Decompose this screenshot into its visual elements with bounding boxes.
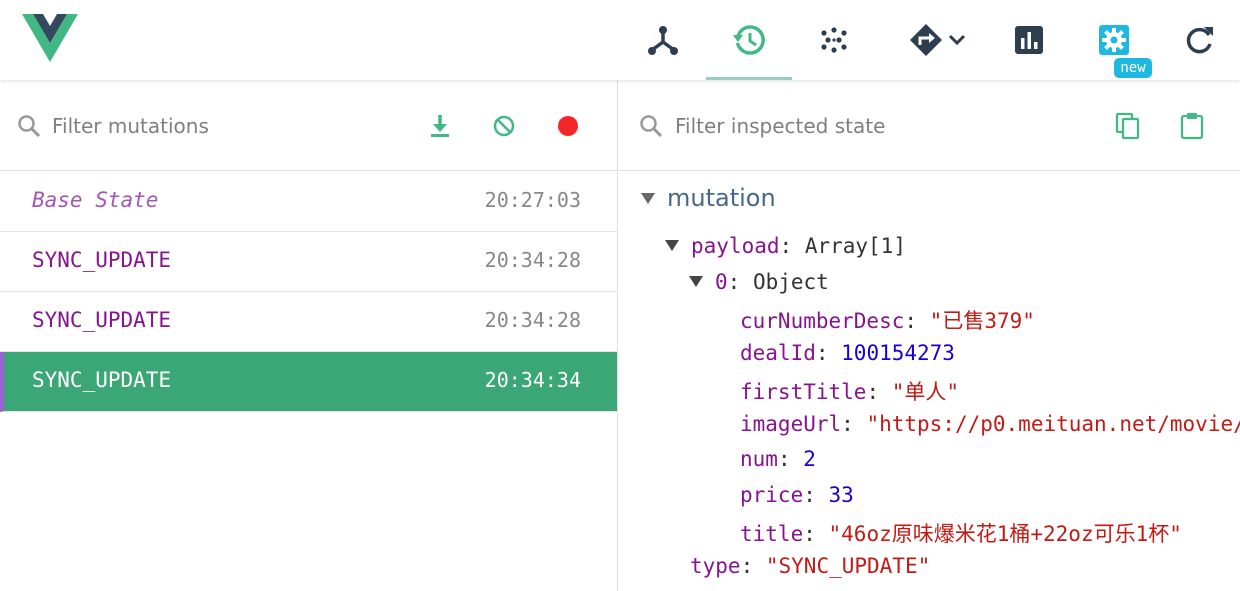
state-property: firstTitle: "单人" — [740, 380, 960, 404]
events-tab[interactable] — [791, 0, 877, 80]
history-icon — [733, 25, 765, 55]
mutation-time: 20:34:28 — [484, 308, 581, 332]
search-icon — [640, 115, 663, 138]
record-icon[interactable] — [553, 111, 583, 141]
state-property: price: 33 — [740, 483, 854, 507]
chevron-down-icon — [948, 34, 966, 46]
routing-tab[interactable] — [893, 0, 983, 80]
filter-state-input[interactable] — [675, 108, 1075, 144]
filter-mutations-input[interactable] — [52, 108, 392, 144]
payload-type: Array[1] — [804, 234, 906, 258]
mutation-section-toggle[interactable]: mutation — [641, 184, 776, 212]
list-item[interactable]: SYNC_UPDATE 20:34:28 — [0, 292, 617, 352]
mutation-time: 20:34:34 — [484, 368, 581, 392]
mutation-time: 20:34:28 — [484, 248, 581, 272]
payload-key: payload — [691, 234, 780, 258]
property-value: "已售379" — [929, 309, 1035, 333]
item-index: 0 — [715, 270, 728, 294]
property-key: title — [740, 522, 804, 546]
paste-icon[interactable] — [1177, 111, 1207, 141]
mutation-name: Base State — [32, 188, 159, 212]
expand-arrow-icon — [641, 192, 655, 204]
property-key: curNumberDesc — [740, 309, 905, 333]
property-key: dealId — [740, 341, 816, 365]
clear-history-icon[interactable] — [489, 111, 519, 141]
property-value: 2 — [803, 447, 816, 471]
routing-sign-icon — [910, 24, 942, 56]
property-key: num — [740, 447, 778, 471]
events-dots-icon — [821, 27, 847, 53]
property-key: type — [690, 554, 741, 578]
components-tab[interactable] — [620, 0, 706, 80]
refresh-icon — [1186, 27, 1213, 54]
state-property: type: "SYNC_UPDATE" — [690, 554, 931, 578]
mutation-list: Base State 20:27:03 SYNC_UPDATE 20:34:28… — [0, 172, 617, 412]
state-property: title: "46oz原味爆米花1桶+22oz可乐1杯" — [740, 522, 1182, 546]
mutation-name: SYNC_UPDATE — [32, 308, 172, 332]
mutations-toolbar — [0, 80, 617, 171]
list-item-selected[interactable]: SYNC_UPDATE 20:34:34 — [0, 352, 617, 412]
mutation-name: SYNC_UPDATE — [32, 248, 172, 272]
state-property: num: 2 — [740, 447, 816, 471]
expand-arrow-icon — [665, 239, 679, 251]
property-value: 100154273 — [841, 341, 955, 365]
inspector-toolbar — [619, 80, 1240, 171]
list-item[interactable]: Base State 20:27:03 — [0, 172, 617, 232]
search-icon — [18, 115, 41, 138]
state-property: curNumberDesc: "已售379" — [740, 309, 1035, 333]
property-value: "SYNC_UPDATE" — [765, 554, 931, 578]
list-item[interactable]: SYNC_UPDATE 20:34:28 — [0, 232, 617, 292]
property-key: price — [740, 483, 804, 507]
vue-logo — [22, 14, 78, 62]
payload-node[interactable]: payload: Array[1] — [665, 234, 906, 258]
bar-chart-icon — [1015, 26, 1043, 54]
property-value: "单人" — [891, 380, 960, 404]
download-icon[interactable] — [425, 111, 455, 141]
property-key: imageUrl — [740, 412, 842, 436]
refresh-button[interactable] — [1156, 0, 1240, 80]
property-key: firstTitle — [740, 380, 867, 404]
mutation-name: SYNC_UPDATE — [32, 368, 172, 392]
vuex-tab[interactable] — [706, 0, 792, 80]
gear-icon — [1099, 25, 1129, 55]
item-type: Object — [752, 270, 829, 294]
mutation-time: 20:27:03 — [484, 188, 581, 212]
component-tree-icon — [648, 26, 678, 55]
state-property: dealId: 100154273 — [740, 341, 955, 365]
mutations-panel: Base State 20:27:03 SYNC_UPDATE 20:34:28… — [0, 80, 618, 591]
expand-arrow-icon — [689, 275, 703, 287]
devtools-header: new — [0, 0, 1240, 80]
new-badge: new — [1114, 58, 1152, 78]
property-value: "46oz原味爆米花1桶+22oz可乐1杯" — [828, 522, 1182, 546]
copy-icon[interactable] — [1113, 111, 1143, 141]
array-item-node[interactable]: 0: Object — [689, 270, 829, 294]
state-property: imageUrl: "https://p0.meituan.net/movie/ — [740, 412, 1240, 436]
performance-tab[interactable] — [986, 0, 1072, 80]
section-title: mutation — [667, 184, 776, 212]
property-value: 33 — [828, 483, 854, 507]
state-inspector-panel: mutation payload: Array[1] 0: Object cur… — [619, 80, 1240, 591]
property-value: "https://p0.meituan.net/movie/ — [866, 412, 1240, 436]
